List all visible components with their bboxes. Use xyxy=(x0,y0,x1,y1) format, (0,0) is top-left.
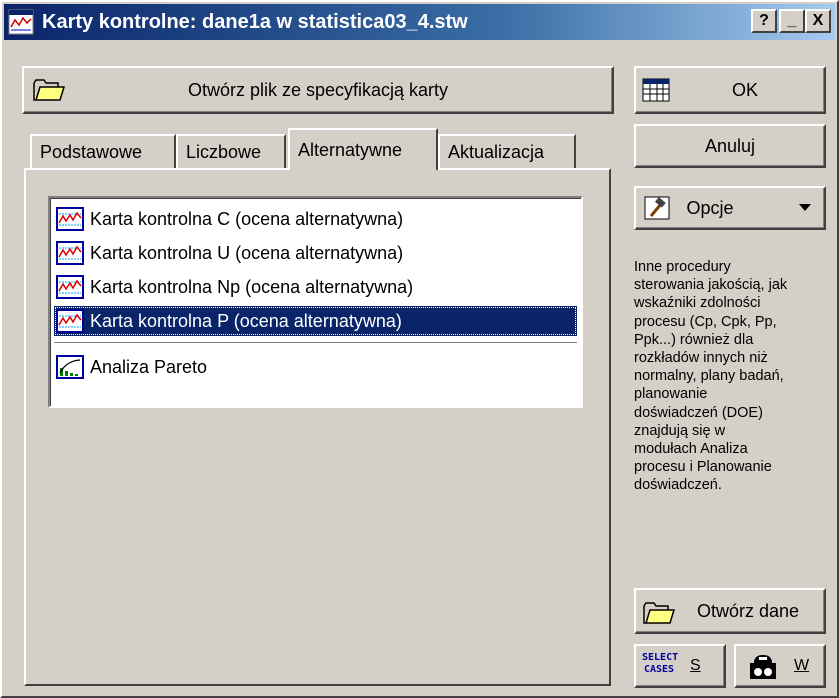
options-label: Opcje xyxy=(686,197,734,218)
control-chart-icon xyxy=(56,241,84,265)
tab-label: Alternatywne xyxy=(298,139,403,160)
app-icon xyxy=(8,9,34,35)
info-text: Inne procedury sterowania jakością, jak … xyxy=(634,258,834,495)
open-data-button[interactable]: Otwórz dane xyxy=(634,588,826,634)
select-cases-label: S xyxy=(690,657,701,674)
ok-button[interactable]: OK xyxy=(634,66,826,114)
info-line: rozkładów innych niż xyxy=(634,350,768,367)
chevron-down-icon xyxy=(799,204,811,211)
list-separator xyxy=(54,342,577,343)
info-line: doświadczeń. xyxy=(634,477,722,494)
select-cases-icon-text: SELECT xyxy=(642,652,679,663)
select-cases-button[interactable]: SELECT CASES S xyxy=(634,644,726,688)
info-line: wskaźniki zdolności xyxy=(634,295,761,312)
list-item[interactable]: Karta kontrolna C (ocena alternatywna) xyxy=(54,204,577,234)
info-line: procesu (Cp, Cpk, Pp, xyxy=(634,313,777,330)
window-title: Karty kontrolne: dane1a w statistica03_4… xyxy=(42,11,468,33)
control-chart-icon xyxy=(56,309,84,333)
tab-label: Liczbowe xyxy=(186,141,262,162)
list-item-label: Karta kontrolna Np (ocena alternatywna) xyxy=(90,276,414,297)
tab-label: Podstawowe xyxy=(40,141,143,162)
info-line: normalny, plany badań, xyxy=(634,368,784,385)
info-line: sterowania jakością, jak xyxy=(634,277,788,294)
info-line: planowanie xyxy=(634,386,708,403)
info-line: doświadczeń (DOE) xyxy=(634,404,763,421)
open-spec-label: Otwórz plik ze specyfikacją karty xyxy=(187,79,449,100)
info-line: modułach Analiza xyxy=(634,441,748,458)
help-button[interactable]: ? xyxy=(751,9,777,33)
cancel-label: Anuluj xyxy=(704,135,756,156)
info-line: znajdują się w xyxy=(634,422,726,439)
info-line: Inne procedury xyxy=(634,259,731,275)
weight-icon xyxy=(750,655,776,679)
list-item-label: Analiza Pareto xyxy=(90,356,208,377)
options-button[interactable]: Opcje xyxy=(634,186,826,230)
minimize-button[interactable]: _ xyxy=(779,9,805,33)
list-item-label: Karta kontrolna U (ocena alternatywna) xyxy=(90,242,404,263)
control-chart-icon xyxy=(56,275,84,299)
open-spec-button[interactable]: Otwórz plik ze specyfikacją karty xyxy=(22,66,614,114)
list-item[interactable]: Karta kontrolna Np (ocena alternatywna) xyxy=(54,272,577,302)
cancel-button[interactable]: Anuluj xyxy=(634,124,826,168)
select-cases-icon: SELECT CASES xyxy=(642,652,679,680)
title-bar[interactable]: Karty kontrolne: dane1a w statistica03_4… xyxy=(4,4,835,40)
chart-type-list[interactable]: Karta kontrolna C (ocena alternatywna) K… xyxy=(48,196,583,408)
ok-label: OK xyxy=(731,79,758,100)
tab-liczbowe[interactable]: Liczbowe xyxy=(176,134,286,168)
pareto-chart-icon xyxy=(56,355,84,379)
tab-label: Aktualizacja xyxy=(448,141,545,162)
list-item-label: Karta kontrolna P (ocena alternatywna) xyxy=(90,310,402,331)
tab-podstawowe[interactable]: Podstawowe xyxy=(30,134,176,168)
control-chart-icon xyxy=(56,207,84,231)
close-button[interactable]: X xyxy=(805,9,831,33)
list-item-selected[interactable]: Karta kontrolna P (ocena alternatywna) xyxy=(54,306,577,336)
info-line: procesu i Planowanie xyxy=(634,459,772,476)
weights-label: W xyxy=(794,657,810,674)
tab-aktualizacja[interactable]: Aktualizacja xyxy=(438,134,576,168)
info-line: Ppk...) również dla xyxy=(634,331,754,348)
list-item-label: Karta kontrolna C (ocena alternatywna) xyxy=(90,208,404,229)
list-item[interactable]: Analiza Pareto xyxy=(54,352,577,382)
open-folder-icon xyxy=(643,602,676,624)
weights-button[interactable]: W xyxy=(734,644,826,688)
select-cases-icon-text: CASES xyxy=(643,664,675,675)
open-data-label: Otwórz dane xyxy=(696,600,800,621)
list-item[interactable]: Karta kontrolna U (ocena alternatywna) xyxy=(54,238,577,268)
tab-alternatywne[interactable]: Alternatywne xyxy=(288,128,438,170)
